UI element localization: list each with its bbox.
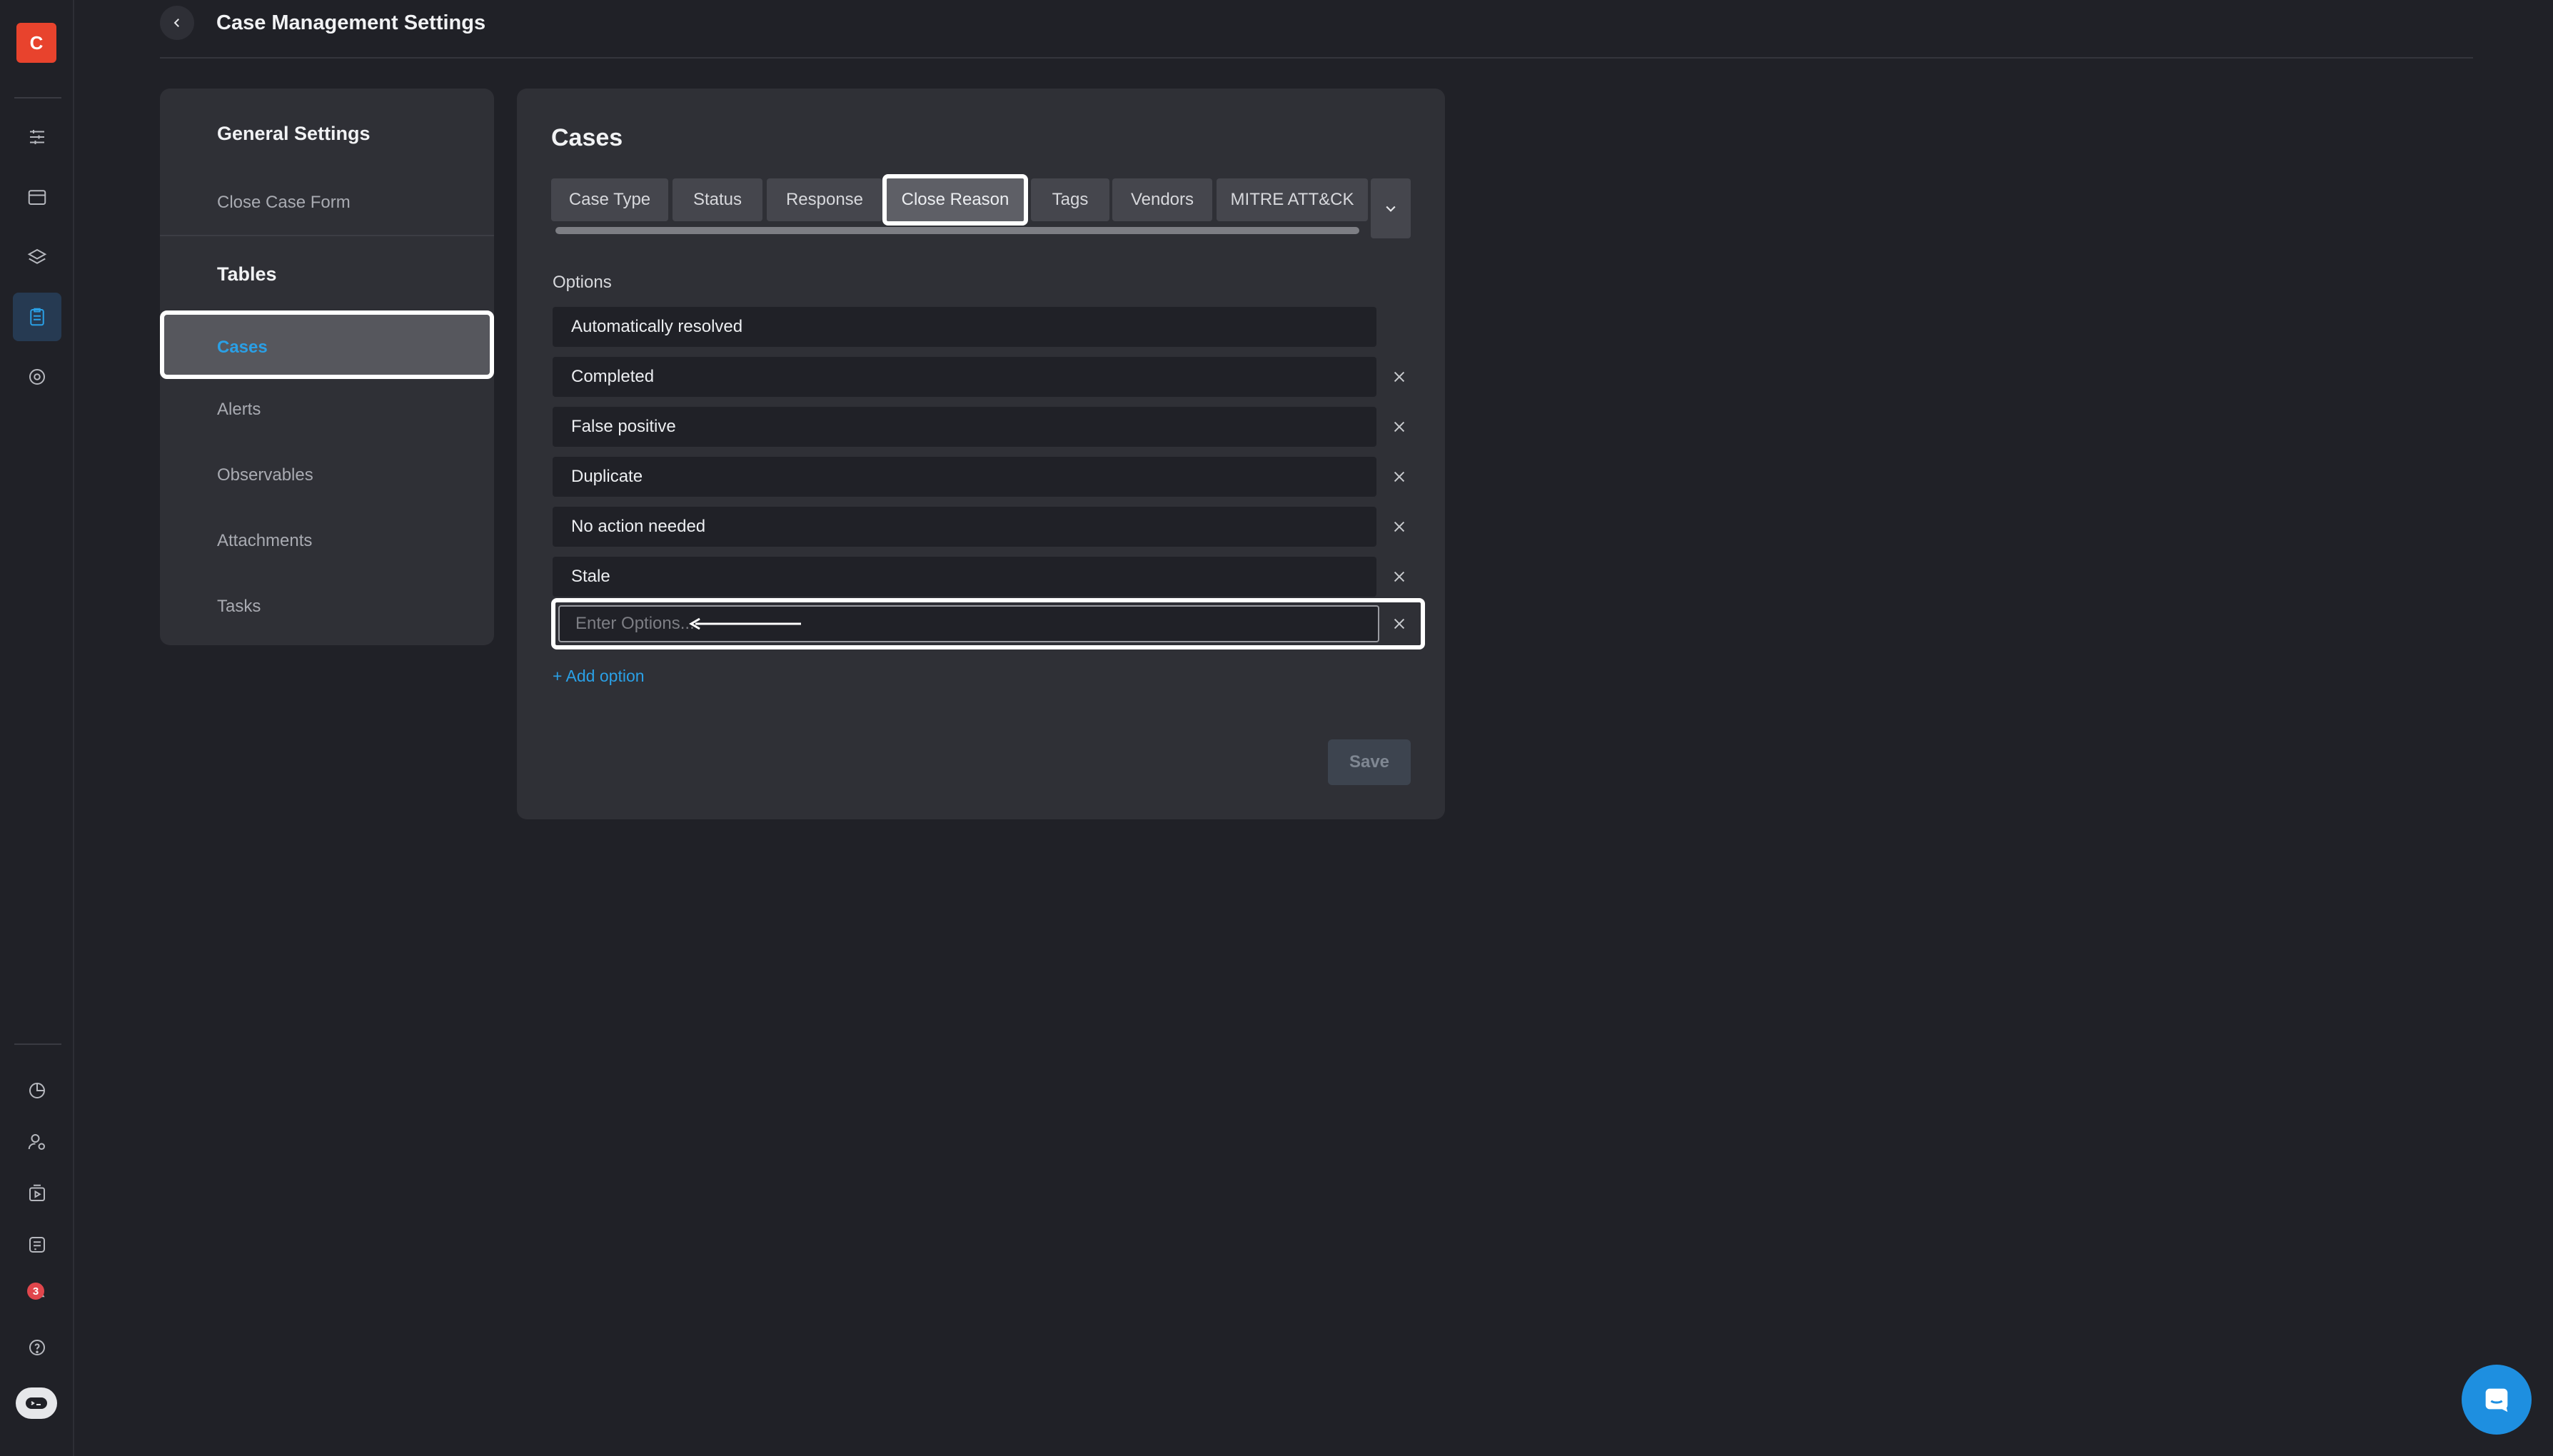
chevron-left-icon xyxy=(173,19,179,27)
sidebar-item-attachments[interactable]: Attachments xyxy=(217,531,312,551)
card-title: Cases xyxy=(551,124,623,151)
chart-pie-icon[interactable] xyxy=(13,1066,61,1115)
tab-close-reason[interactable]: Close Reason xyxy=(882,174,1028,226)
cases-icon[interactable] xyxy=(13,293,61,341)
rail-divider xyxy=(14,97,61,98)
user-settings-icon[interactable] xyxy=(13,1118,61,1166)
header-divider xyxy=(160,57,2473,59)
sidebar-item-cases[interactable]: Cases xyxy=(160,310,494,379)
tab-case-type[interactable]: Case Type xyxy=(551,178,668,221)
tab-status[interactable]: Status xyxy=(673,178,762,221)
option-field[interactable]: Stale xyxy=(553,557,1376,597)
option-field[interactable]: Automatically resolved xyxy=(553,307,1376,347)
chevron-down-icon xyxy=(1386,206,1396,212)
tasks-icon[interactable] xyxy=(13,113,61,161)
sidebar-item-close-case-form[interactable]: Close Case Form xyxy=(217,193,351,213)
general-settings-heading: General Settings xyxy=(217,123,371,144)
sidebar-item-observables[interactable]: Observables xyxy=(217,465,313,485)
calendar-icon[interactable] xyxy=(13,173,61,221)
arrow-left-icon xyxy=(689,617,801,630)
integrations-icon[interactable] xyxy=(13,1220,61,1269)
target-icon[interactable] xyxy=(13,353,61,401)
sidebar-item-alerts[interactable]: Alerts xyxy=(217,400,261,420)
sidebar-item-label: Cases xyxy=(217,338,268,357)
close-icon[interactable] xyxy=(1386,611,1412,637)
option-field[interactable]: False positive xyxy=(553,407,1376,447)
close-icon[interactable] xyxy=(1386,564,1412,590)
tab-vendors[interactable]: Vendors xyxy=(1112,178,1212,221)
tabs-scrollbar[interactable] xyxy=(555,227,1359,234)
page-title: Case Management Settings xyxy=(216,11,486,34)
cases-settings-card: Cases Case Type Status Response Close Re… xyxy=(517,89,1445,819)
sidebar-divider xyxy=(160,235,494,236)
tab-tags[interactable]: Tags xyxy=(1031,178,1109,221)
tab-mitre-attack[interactable]: MITRE ATT&CK xyxy=(1217,178,1368,221)
add-option-link[interactable]: + Add option xyxy=(553,667,645,686)
option-field[interactable]: Duplicate xyxy=(553,457,1376,497)
save-button[interactable]: Save xyxy=(1328,739,1411,785)
new-option-input[interactable] xyxy=(558,605,1379,642)
close-icon[interactable] xyxy=(1386,464,1412,490)
left-nav-rail: C 3 xyxy=(0,0,74,1456)
close-icon[interactable] xyxy=(1386,514,1412,540)
option-field[interactable]: No action needed xyxy=(553,507,1376,547)
settings-nav-panel: General Settings Close Case Form Tables … xyxy=(160,89,494,645)
brand-logo[interactable]: C xyxy=(16,23,56,63)
close-icon[interactable] xyxy=(1386,414,1412,440)
notification-badge: 3 xyxy=(27,1283,44,1300)
layers-icon[interactable] xyxy=(13,233,61,281)
close-icon[interactable] xyxy=(1386,364,1412,390)
sidebar-item-tasks[interactable]: Tasks xyxy=(217,597,261,617)
back-button[interactable] xyxy=(160,6,194,40)
playbook-icon[interactable] xyxy=(13,1169,61,1218)
new-option-highlight xyxy=(551,598,1425,649)
rail-divider xyxy=(14,1043,61,1045)
tables-heading: Tables xyxy=(217,263,277,285)
chat-launcher-button[interactable] xyxy=(2462,1365,2532,1435)
bot-icon[interactable] xyxy=(16,1387,57,1419)
tabs-more-button[interactable] xyxy=(1371,178,1411,238)
options-label: Options xyxy=(553,273,612,292)
help-icon[interactable] xyxy=(13,1323,61,1372)
option-field[interactable]: Completed xyxy=(553,357,1376,397)
tab-response[interactable]: Response xyxy=(767,178,882,221)
chat-icon xyxy=(2485,1388,2508,1412)
